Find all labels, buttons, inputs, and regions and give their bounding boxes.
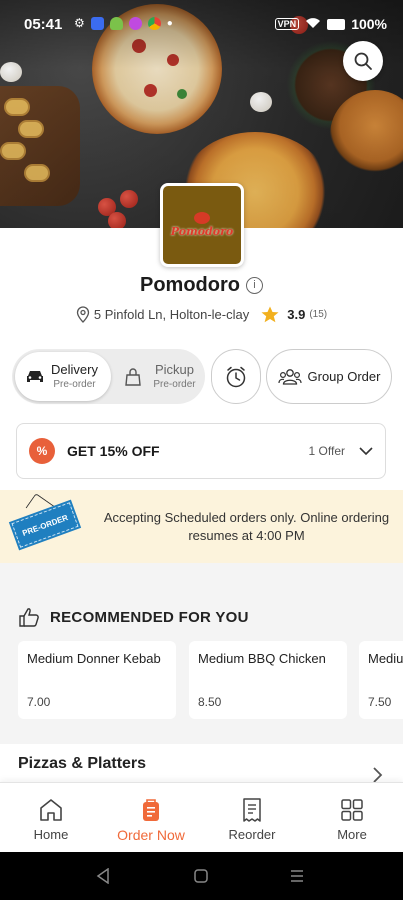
order-type-toggle: Delivery Pre-order Pickup Pre-order — [12, 349, 205, 404]
pickup-option[interactable]: Pickup Pre-order — [118, 352, 202, 401]
search-icon — [354, 52, 372, 70]
home-icon — [40, 799, 62, 821]
recommended-item[interactable]: Medium BBQ Chicken 8.50 — [189, 641, 347, 719]
delivery-sub: Pre-order — [53, 379, 96, 390]
notification-icons: ⚙ ● — [74, 16, 173, 30]
rating-value: 3.9 — [287, 307, 306, 322]
group-order-label: Group Order — [307, 369, 381, 384]
app-icon — [128, 16, 142, 30]
restaurant-name-row: Pomodoro i — [0, 274, 403, 297]
address-row: 5 Pinfold Ln, Holton-le-clay 3.9 (15) — [0, 306, 403, 323]
item-name: Medium BBQ Chicken — [198, 651, 326, 666]
receipt-icon — [243, 798, 261, 822]
wifi-icon — [305, 16, 321, 32]
status-bar: 05:41 ⚙ ● VPN 100% — [0, 0, 403, 48]
battery-percent: 100% — [351, 16, 387, 32]
recommended-header: RECOMMENDED FOR YOU — [18, 607, 249, 627]
delivery-option[interactable]: Delivery Pre-order — [15, 352, 111, 401]
item-name: Medium Donner Kebab — [27, 651, 161, 666]
category-title[interactable]: Pizzas & Platters — [18, 755, 146, 773]
group-order-button[interactable]: Group Order — [266, 349, 392, 404]
nav-more-label: More — [337, 827, 367, 842]
offer-banner[interactable]: % GET 15% OFF 1 Offer — [16, 423, 386, 479]
bag-icon — [125, 367, 141, 386]
vpn-icon: VPN — [274, 18, 300, 30]
discount-badge-icon: % — [29, 438, 55, 464]
recommended-title: RECOMMENDED FOR YOU — [50, 608, 249, 626]
dot-icon: ● — [166, 17, 173, 29]
info-icon[interactable]: i — [246, 276, 263, 294]
restaurant-name: Pomodoro — [140, 274, 240, 296]
delivery-label: Delivery — [51, 362, 98, 377]
system-nav-bar — [0, 852, 403, 900]
nav-reorder-label: Reorder — [228, 827, 276, 842]
recommended-item[interactable]: Medium Tomato 7.50 — [359, 641, 403, 719]
back-icon[interactable] — [96, 868, 110, 884]
bottom-nav: Home Order Now Reorder More — [0, 782, 403, 852]
rating-count: (15) — [309, 309, 328, 320]
nav-home[interactable]: Home — [1, 797, 101, 842]
nav-reorder[interactable]: Reorder — [202, 797, 302, 842]
recommended-item[interactable]: Medium Donner Kebab 7.00 — [18, 641, 176, 719]
logo-text: Pomodoro — [170, 225, 234, 238]
item-price: 7.00 — [27, 695, 51, 709]
home-circle-icon[interactable] — [193, 868, 209, 884]
restaurant-logo: Pomodoro — [160, 183, 244, 267]
star-icon — [261, 306, 279, 323]
recommended-section: RECOMMENDED FOR YOU Medium Donner Kebab … — [0, 585, 403, 730]
gear-icon: ⚙ — [74, 16, 85, 30]
offer-count: 1 Offer — [308, 444, 345, 458]
android-icon — [109, 16, 123, 30]
schedule-notice: PRE-ORDER Accepting Scheduled orders onl… — [0, 490, 403, 563]
nav-order-now-label: Order Now — [117, 827, 185, 843]
nav-order-now[interactable]: Order Now — [101, 797, 201, 843]
location-pin-icon — [76, 306, 90, 323]
offer-title: GET 15% OFF — [67, 443, 160, 459]
address-text: 5 Pinfold Ln, Holton-le-clay — [93, 307, 250, 322]
messenger-icon — [90, 16, 104, 30]
item-price: 8.50 — [198, 695, 222, 709]
pickup-sub: Pre-order — [153, 379, 196, 390]
group-icon — [277, 368, 302, 385]
recents-icon[interactable] — [289, 868, 305, 884]
search-button[interactable] — [343, 41, 383, 81]
order-bag-icon — [143, 799, 159, 821]
system-icons: VPN 100% — [274, 16, 387, 32]
chevron-down-icon — [359, 446, 373, 455]
item-price: 7.50 — [368, 695, 392, 709]
schedule-button[interactable] — [211, 349, 261, 404]
item-name: Medium Tomato — [368, 651, 403, 666]
thumbs-up-icon — [19, 608, 39, 627]
battery-icon — [327, 18, 346, 30]
pickup-label: Pickup — [154, 362, 195, 377]
notice-text: Accepting Scheduled orders only. Online … — [103, 510, 390, 543]
chrome-icon — [147, 16, 161, 30]
status-time: 05:41 — [24, 16, 63, 33]
nav-home-label: Home — [33, 827, 69, 842]
nav-more[interactable]: More — [302, 797, 402, 842]
grid-icon — [341, 799, 363, 821]
clock-icon — [226, 366, 246, 387]
car-icon — [27, 370, 43, 382]
tomato-icon — [194, 212, 210, 224]
